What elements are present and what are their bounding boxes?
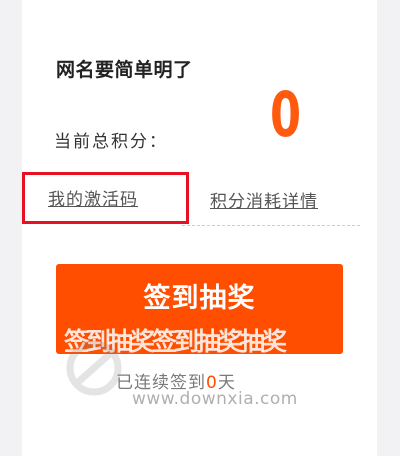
dashed-divider	[182, 225, 360, 226]
points-label: 当前总积分：	[54, 132, 168, 152]
signin-button-label: 签到抽奖	[143, 283, 256, 314]
points-details-link[interactable]: 积分消耗详情	[210, 187, 318, 212]
links-row: 我的激活码 积分消耗详情	[22, 172, 377, 228]
my-activation-code-link[interactable]: 我的激活码	[48, 185, 138, 210]
username: 网名要简单明了	[56, 59, 193, 81]
user-points-panel: 网名要简单明了 当前总积分： 0 我的激活码 积分消耗详情 签到抽奖 签到抽奖签…	[22, 0, 377, 456]
points-value: 0	[270, 78, 302, 151]
watermark-text: www.downxia.com	[132, 389, 298, 409]
